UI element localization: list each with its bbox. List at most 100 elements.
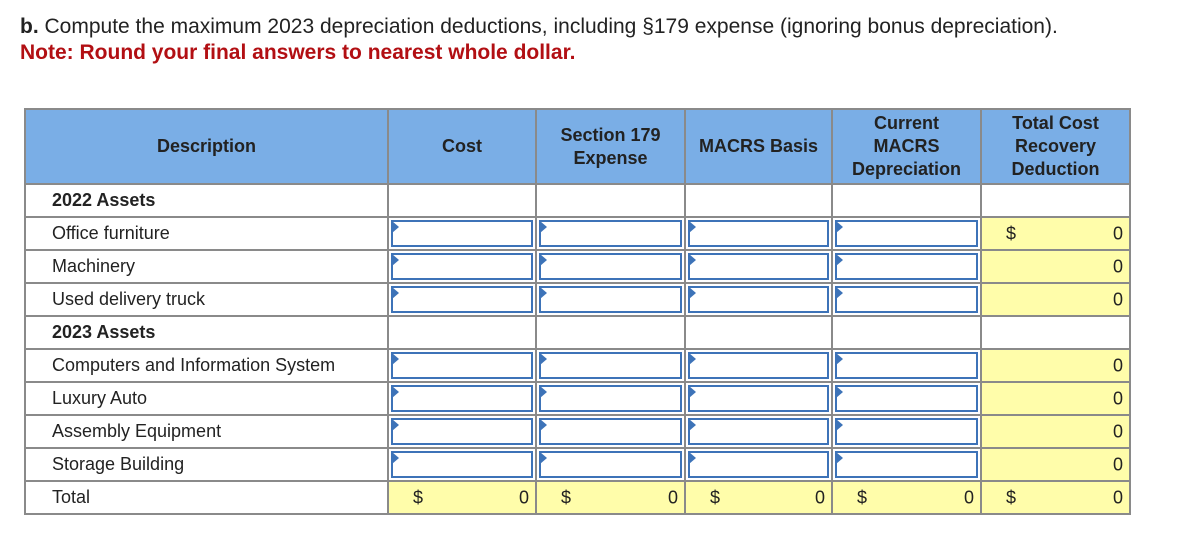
asset-label: Machinery [24,249,389,284]
total-recovery-value: 0 [1112,289,1123,309]
cost-input-cell[interactable] [387,348,537,383]
total-recovery-cell: 0 [980,414,1131,449]
asset-label: Assembly Equipment [24,414,389,449]
currency-symbol: $ [1006,487,1017,507]
table-row-used-delivery-truck: Used delivery truck 0 [24,282,1131,317]
basis-input[interactable] [688,451,829,478]
header-cost: Cost [387,108,537,185]
total-recovery-cell: 0 [980,447,1131,482]
header-description: Description [24,108,389,185]
blank-cell-basis [684,315,833,350]
cost-input[interactable] [391,253,533,280]
header-macrs-basis: MACRS Basis [684,108,833,185]
currency-symbol: $ [413,487,424,507]
cost-input-cell[interactable] [387,282,537,317]
cost-input[interactable] [391,352,533,379]
current-input-cell[interactable] [831,216,982,251]
header-section-179: Section 179 Expense [535,108,686,185]
current-input[interactable] [835,418,978,445]
total-cost-value: 0 [518,487,529,507]
total-s179-value: 0 [667,487,678,507]
basis-input[interactable] [688,253,829,280]
current-input-cell[interactable] [831,282,982,317]
basis-input-cell[interactable] [684,381,833,416]
basis-input-cell[interactable] [684,249,833,284]
s179-input-cell[interactable] [535,381,686,416]
s179-input-cell[interactable] [535,348,686,383]
cost-input-cell[interactable] [387,216,537,251]
cost-input-cell[interactable] [387,447,537,482]
current-input[interactable] [835,451,978,478]
table-row-office-furniture: Office furniture $0 [24,216,1131,251]
current-input[interactable] [835,286,978,313]
s179-input-cell[interactable] [535,249,686,284]
asset-label: Luxury Auto [24,381,389,416]
cost-input-cell[interactable] [387,414,537,449]
total-label: Total [24,480,389,515]
table-row-luxury-auto: Luxury Auto 0 [24,381,1131,416]
basis-input-cell[interactable] [684,348,833,383]
header-current-macrs: Current MACRS Depreciation [831,108,982,185]
basis-input[interactable] [688,352,829,379]
total-basis-cell: $0 [684,480,833,515]
basis-input[interactable] [688,385,829,412]
total-recovery-cell: 0 [980,381,1131,416]
cost-input[interactable] [391,418,533,445]
current-input-cell[interactable] [831,414,982,449]
current-input[interactable] [835,385,978,412]
basis-input-cell[interactable] [684,282,833,317]
basis-input[interactable] [688,418,829,445]
basis-input[interactable] [688,286,829,313]
question-text: b. Compute the maximum 2023 depreciation… [20,15,1058,39]
basis-input[interactable] [688,220,829,247]
current-input-cell[interactable] [831,249,982,284]
current-input[interactable] [835,352,978,379]
section-row-2022-assets: 2022 Assets [24,183,1131,218]
currency-symbol: $ [710,487,721,507]
blank-cell-current [831,315,982,350]
s179-input-cell[interactable] [535,282,686,317]
s179-input[interactable] [539,286,682,313]
s179-input[interactable] [539,220,682,247]
header-total-recovery: Total Cost Recovery Deduction [980,108,1131,185]
current-input[interactable] [835,220,978,247]
s179-input-cell[interactable] [535,447,686,482]
cost-input[interactable] [391,385,533,412]
s179-input-cell[interactable] [535,414,686,449]
table-row-storage-building: Storage Building 0 [24,447,1131,482]
basis-input-cell[interactable] [684,414,833,449]
total-recovery-cell: 0 [980,348,1131,383]
total-total-value: 0 [1112,487,1123,507]
total-recovery-value: 0 [1112,256,1123,276]
asset-label: Storage Building [24,447,389,482]
s179-input[interactable] [539,451,682,478]
total-s179-cell: $0 [535,480,686,515]
current-input-cell[interactable] [831,447,982,482]
current-input-cell[interactable] [831,381,982,416]
total-recovery-value: 0 [1112,421,1123,441]
s179-input[interactable] [539,418,682,445]
cost-input[interactable] [391,286,533,313]
blank-cell-cost [387,183,537,218]
cost-input[interactable] [391,451,533,478]
section-label: 2022 Assets [24,183,389,218]
s179-input-cell[interactable] [535,216,686,251]
question-label: b. [20,15,39,38]
current-input-cell[interactable] [831,348,982,383]
asset-label: Computers and Information System [24,348,389,383]
cost-input-cell[interactable] [387,249,537,284]
basis-input-cell[interactable] [684,447,833,482]
s179-input[interactable] [539,253,682,280]
total-recovery-value: 0 [1112,355,1123,375]
cost-input-cell[interactable] [387,381,537,416]
section-label: 2023 Assets [24,315,389,350]
s179-input[interactable] [539,385,682,412]
basis-input-cell[interactable] [684,216,833,251]
header-row: Description Cost Section 179 Expense MACR… [24,108,1131,185]
current-input[interactable] [835,253,978,280]
s179-input[interactable] [539,352,682,379]
cost-input[interactable] [391,220,533,247]
section-row-2023-assets: 2023 Assets [24,315,1131,350]
depreciation-table: Description Cost Section 179 Expense MACR… [24,108,1131,515]
blank-cell-current [831,183,982,218]
